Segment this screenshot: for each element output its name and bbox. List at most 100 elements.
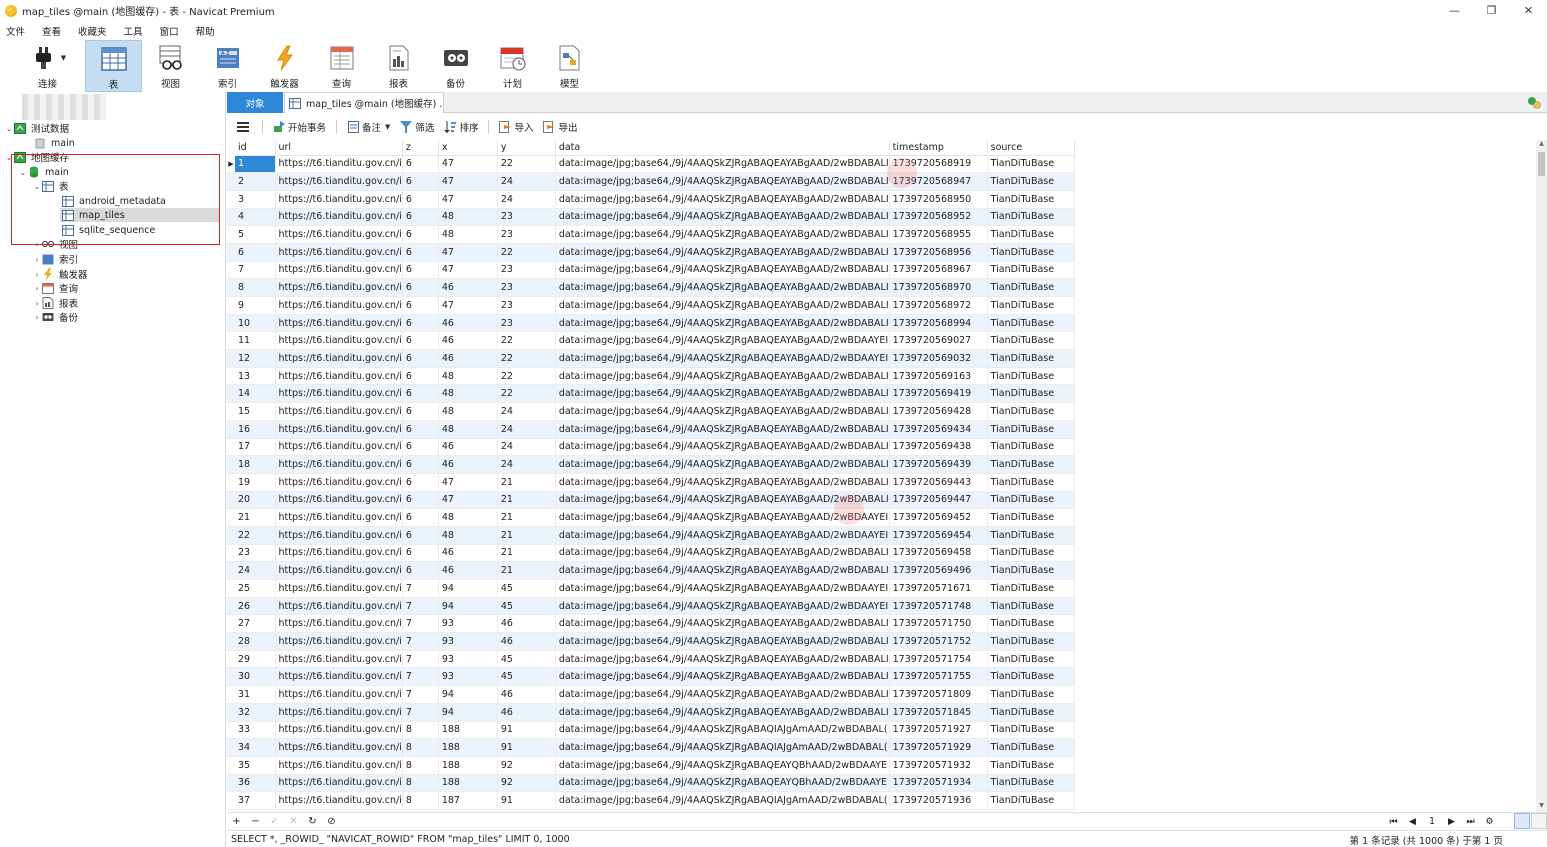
cell-z[interactable]: 6 — [402, 420, 439, 439]
cell-id[interactable]: 32 — [235, 703, 276, 722]
cell-url[interactable]: https://t6.tianditu.gov.cn/i — [275, 738, 403, 757]
chevron-down-icon[interactable]: ▼ — [385, 123, 390, 131]
cell-data[interactable]: data:image/jpg;base64,/9j/4AAQSkZJRgABAQ… — [555, 632, 890, 651]
table-row[interactable]: 29 https://t6.tianditu.gov.cn/i 7 93 45 data:… — [227, 650, 1075, 669]
cell-x[interactable]: 47 — [438, 172, 498, 191]
cell-data[interactable]: data:image/jpg;base64,/9j/4AAQSkZJRgABAQ… — [555, 314, 890, 333]
cell-timestamp[interactable]: 1739720569438 — [889, 438, 988, 457]
table-row[interactable]: 16 https://t6.tianditu.gov.cn/i 6 48 24 data:… — [227, 420, 1075, 439]
cell-timestamp[interactable]: 1739720571754 — [889, 650, 988, 669]
cell-timestamp[interactable]: 1739720568955 — [889, 225, 988, 244]
cell-url[interactable]: https://t6.tianditu.gov.cn/i — [275, 155, 403, 174]
cell-timestamp[interactable]: 1739720571748 — [889, 597, 988, 616]
export-button[interactable]: 导出 — [543, 120, 577, 134]
cell-url[interactable]: https://t6.tianditu.gov.cn/i — [275, 384, 403, 404]
cell-z[interactable]: 8 — [402, 791, 439, 810]
cell-source[interactable]: TianDiTuBase — [987, 791, 1075, 810]
table-row[interactable]: 28 https://t6.tianditu.gov.cn/i 7 93 46 data:… — [227, 632, 1075, 651]
cell-timestamp[interactable]: 1739720568994 — [889, 314, 988, 333]
index-button[interactable]: A-Z 索引 — [199, 40, 256, 92]
cell-id[interactable]: 5 — [235, 225, 276, 244]
cell-data[interactable]: data:image/jpg;base64,/9j/4AAQSkZJRgABAQ… — [555, 597, 890, 616]
page-number-field[interactable]: 1 — [1422, 816, 1442, 827]
cell-source[interactable]: TianDiTuBase — [987, 597, 1075, 616]
cell-id[interactable]: 22 — [235, 526, 276, 545]
cell-timestamp[interactable]: 1739720569496 — [889, 561, 988, 580]
discard-changes-button[interactable]: ✕ — [284, 816, 303, 827]
cell-url[interactable]: https://t6.tianditu.gov.cn/i — [275, 526, 403, 545]
cell-timestamp[interactable]: 1739720571845 — [889, 703, 988, 722]
cell-x[interactable]: 47 — [438, 243, 498, 262]
column-header-data[interactable]: data — [555, 140, 890, 156]
cell-data[interactable]: data:image/jpg;base64,/9j/4AAQSkZJRgABAQ… — [555, 384, 890, 404]
cell-y[interactable]: 21 — [497, 508, 556, 527]
cell-y[interactable]: 24 — [497, 438, 556, 457]
cell-timestamp[interactable]: 1739720569027 — [889, 331, 988, 351]
table-row[interactable]: 14 https://t6.tianditu.gov.cn/i 6 48 22 data:… — [227, 384, 1075, 404]
cell-x[interactable]: 46 — [438, 544, 498, 563]
cell-y[interactable]: 24 — [497, 420, 556, 439]
cell-y[interactable]: 24 — [497, 455, 556, 474]
cell-id[interactable]: 19 — [235, 473, 276, 492]
cell-data[interactable]: data:image/jpg;base64,/9j/4AAQSkZJRgABAQ… — [555, 738, 890, 757]
stop-button[interactable]: ⊘ — [322, 816, 341, 827]
chevron-right-icon[interactable]: › — [32, 270, 42, 279]
cell-source[interactable]: TianDiTuBase — [987, 438, 1075, 457]
cell-url[interactable]: https://t6.tianditu.gov.cn/i — [275, 243, 403, 262]
cell-y[interactable]: 23 — [497, 296, 556, 315]
grid-view-button[interactable] — [1514, 813, 1530, 829]
cell-source[interactable]: TianDiTuBase — [987, 420, 1075, 439]
cell-z[interactable]: 6 — [402, 402, 439, 421]
cell-id[interactable]: 15 — [235, 402, 276, 421]
menu-window[interactable]: 窗口 — [160, 24, 179, 38]
cell-x[interactable]: 94 — [438, 597, 498, 616]
tree-conn-test-data[interactable]: ⌄ 测试数据 — [4, 121, 69, 135]
cell-source[interactable]: TianDiTuBase — [987, 349, 1075, 368]
table-row[interactable]: 17 https://t6.tianditu.gov.cn/i 6 46 24 data:… — [227, 438, 1075, 457]
cell-source[interactable]: TianDiTuBase — [987, 721, 1075, 740]
cell-z[interactable]: 6 — [402, 491, 439, 510]
cell-x[interactable]: 93 — [438, 632, 498, 651]
table-row[interactable]: 35 https://t6.tianditu.gov.cn/i 8 188 92 data… — [227, 756, 1075, 775]
cell-y[interactable]: 22 — [497, 384, 556, 404]
table-row[interactable]: 18 https://t6.tianditu.gov.cn/i 6 46 24 data:… — [227, 455, 1075, 474]
cell-z[interactable]: 7 — [402, 632, 439, 651]
cell-data[interactable]: data:image/jpg;base64,/9j/4AAQSkZJRgABAQ… — [555, 331, 890, 351]
cell-timestamp[interactable]: 1739720569443 — [889, 473, 988, 492]
cell-url[interactable]: https://t6.tianditu.gov.cn/i — [275, 225, 403, 244]
cell-x[interactable]: 48 — [438, 508, 498, 527]
cell-timestamp[interactable]: 1739720571932 — [889, 756, 988, 775]
trigger-button[interactable]: 触发器 — [256, 40, 313, 92]
menu-tools[interactable]: 工具 — [124, 24, 143, 38]
cell-id[interactable]: 26 — [235, 597, 276, 616]
cell-y[interactable]: 45 — [497, 650, 556, 669]
cell-data[interactable]: data:image/jpg;base64,/9j/4AAQSkZJRgABAQ… — [555, 420, 890, 439]
menu-file[interactable]: 文件 — [6, 24, 25, 38]
cell-x[interactable]: 48 — [438, 225, 498, 244]
table-row[interactable]: 13 https://t6.tianditu.gov.cn/i 6 48 22 data:… — [227, 367, 1075, 386]
table-button[interactable]: 表 — [85, 40, 142, 92]
table-row[interactable]: 27 https://t6.tianditu.gov.cn/i 7 93 46 data:… — [227, 614, 1075, 634]
cell-timestamp[interactable]: 1739720569032 — [889, 349, 988, 368]
table-row[interactable]: 31 https://t6.tianditu.gov.cn/i 7 94 46 data:… — [227, 685, 1075, 704]
import-button[interactable]: 导入 — [499, 120, 533, 134]
cell-url[interactable]: https://t6.tianditu.gov.cn/i — [275, 420, 403, 439]
cell-id[interactable]: 11 — [235, 331, 276, 351]
cell-z[interactable]: 6 — [402, 278, 439, 297]
cell-source[interactable]: TianDiTuBase — [987, 685, 1075, 704]
cell-id[interactable]: 33 — [235, 721, 276, 740]
scrollbar-thumb[interactable] — [1538, 152, 1545, 176]
cell-x[interactable]: 48 — [438, 367, 498, 386]
cell-id[interactable]: 30 — [235, 667, 276, 687]
cell-y[interactable]: 21 — [497, 544, 556, 563]
connect-button[interactable]: ▼ 连接 — [10, 40, 85, 92]
cell-y[interactable]: 21 — [497, 526, 556, 545]
cell-url[interactable]: https://t6.tianditu.gov.cn/i — [275, 278, 403, 297]
cell-source[interactable]: TianDiTuBase — [987, 190, 1075, 209]
refresh-button[interactable]: ↻ — [303, 816, 322, 827]
cell-x[interactable]: 188 — [438, 738, 498, 757]
cell-source[interactable]: TianDiTuBase — [987, 703, 1075, 722]
cell-z[interactable]: 8 — [402, 756, 439, 775]
cell-data[interactable]: data:image/jpg;base64,/9j/4AAQSkZJRgABAQ… — [555, 155, 890, 174]
tree-report-group[interactable]: › 报表 — [32, 296, 78, 310]
